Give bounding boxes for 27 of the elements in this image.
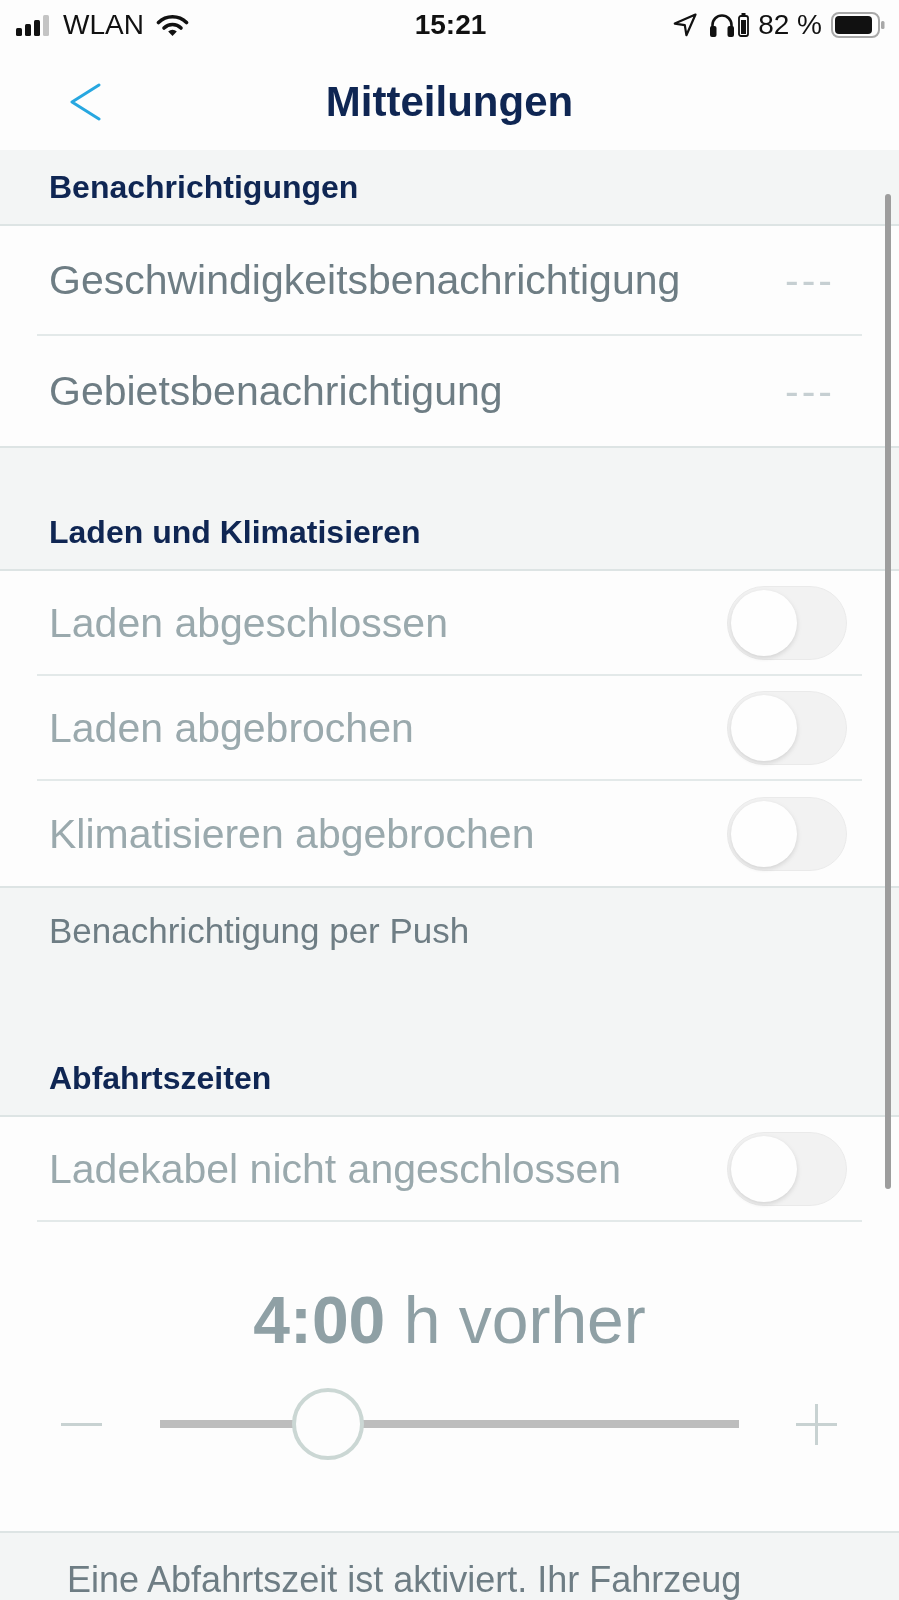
value-text: --- <box>785 256 835 305</box>
back-icon[interactable] <box>69 83 101 121</box>
headphones-icon <box>709 13 736 37</box>
section-title: Laden und Klimatisieren <box>49 513 421 552</box>
carrier-text: WLAN <box>63 9 144 41</box>
setting-label[interactable]: Gebietsbenachrichtigung <box>49 366 503 416</box>
wifi-icon <box>155 13 189 37</box>
location-arrow-icon <box>673 13 698 37</box>
setting-label: Laden abgebrochen <box>49 703 414 753</box>
minus-icon[interactable] <box>61 1422 102 1426</box>
battery-percent-text: 82 % <box>758 9 822 41</box>
setting-label: Laden abgeschlossen <box>49 598 448 648</box>
signal-icon <box>16 14 49 36</box>
section-title: Abfahrtszeiten <box>49 1059 272 1098</box>
battery-icon <box>831 12 885 38</box>
section-title: Benachrichtigungen <box>49 168 359 207</box>
info-text: Eine Abfahrtszeit ist aktiviert. Ihr Fahrzeug <box>67 1559 742 1600</box>
value-text: --- <box>785 367 835 416</box>
section-footer-text: Benachrichtigung per Push <box>49 911 470 950</box>
setting-label: Ladekabel nicht angeschlossen <box>49 1144 622 1194</box>
small-battery-icon <box>738 13 750 37</box>
plus-icon[interactable] <box>796 1403 837 1445</box>
clock-text: 15:21 <box>414 9 487 40</box>
time-reading: 4:00 h vorher <box>253 1282 646 1359</box>
page-title: Mitteilungen <box>325 77 574 127</box>
setting-label[interactable]: Geschwindigkeitsbenachrichtigung <box>49 255 681 305</box>
setting-label: Klimatisieren abgebrochen <box>49 809 535 859</box>
